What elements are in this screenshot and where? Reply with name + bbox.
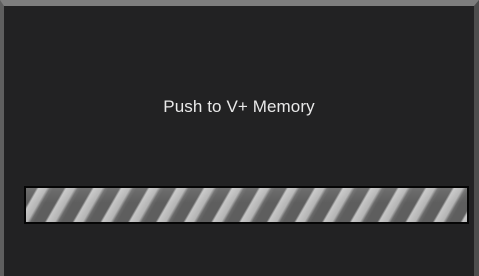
status-message: Push to V+ Memory xyxy=(163,97,315,116)
progress-dialog: Push to V+ Memory xyxy=(0,0,479,276)
progress-bar-fill xyxy=(26,188,467,222)
progress-bar xyxy=(24,186,469,224)
